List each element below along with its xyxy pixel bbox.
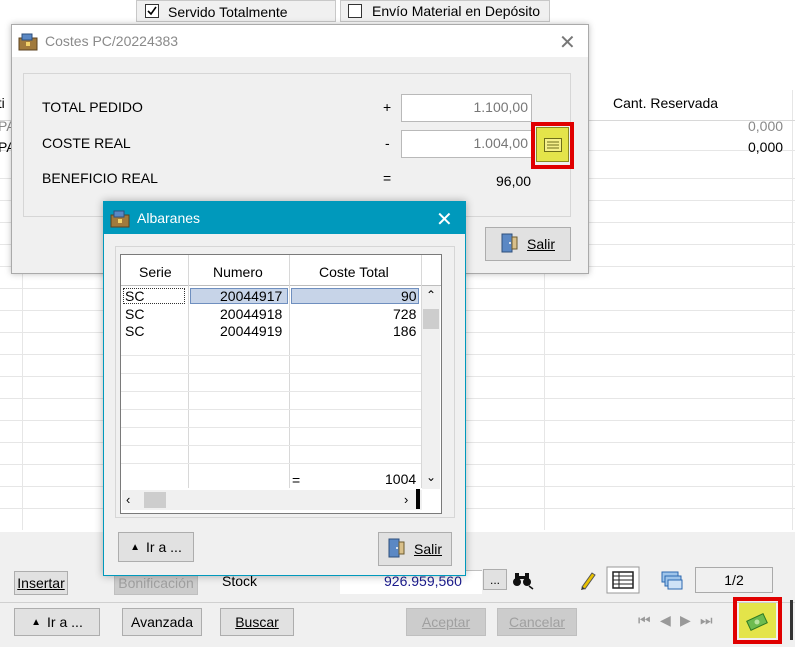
avanzada-button[interactable]: Avanzada [122,608,202,636]
partial-column-header: uti [0,95,5,111]
money-icon [745,612,768,631]
triangle-up-icon: ▲ [31,616,42,628]
cell-serie: SC [125,323,145,339]
table-row[interactable]: SC 20044917 90 [123,288,419,305]
scroll-down-icon[interactable]: ⌄ [426,470,436,484]
close-icon[interactable]: ✕ [436,207,453,232]
right-edge-bar [790,600,793,640]
albaranes-titlebar: Albaranes ✕ [104,202,465,234]
table-row[interactable]: SC 20044918 728 [123,306,419,323]
total-value: 1004 [385,471,417,487]
albaranes-grid: Serie Numero Coste Total SC 20044917 90 … [120,254,442,514]
bottom-separator [0,602,795,603]
cell-coste: 90 [401,288,417,304]
nav-prev-icon[interactable]: ◀ [660,612,671,629]
cell-numero: 20044918 [220,306,283,322]
total-pedido-label: TOTAL PEDIDO [42,99,143,115]
total-sign: = [292,472,301,488]
scroll-up-icon[interactable]: ⌃ [426,288,436,302]
triangle-up-icon: ▲ [130,541,141,553]
coste-real-label: COSTE REAL [42,135,131,151]
beneficio-real-value: 96,00 [496,173,532,189]
scroll-right-icon[interactable]: › [404,492,408,507]
cant-value-2: 0,000 [748,139,784,155]
cell-serie: SC [125,288,145,304]
albaranes-dialog: Albaranes ✕ Serie Numero Coste Total SC … [103,201,466,576]
coste-real-sign: - [385,135,390,151]
binoculars-icon[interactable] [512,570,534,593]
nav-first-icon[interactable]: ⏮ [638,612,651,629]
costes-title: Costes PC/20224383 [45,33,179,49]
insert-button[interactable]: Insertar [14,571,68,595]
cell-numero: 20044919 [220,323,283,339]
beneficio-real-sign: = [383,170,392,186]
aceptar-button[interactable]: Aceptar [406,608,486,636]
served-checkbox[interactable] [145,4,159,18]
scroll-left-icon[interactable]: ‹ [126,492,130,507]
albaranes-salir-button[interactable]: Salir [378,532,452,566]
page-indicator: 1/2 [695,567,773,593]
pencil-icon[interactable] [578,569,598,594]
cant-reservada-header: Cant. Reservada [613,95,719,111]
vertical-scrollbar[interactable]: ⌃ ⌄ [422,286,440,489]
albaranes-title: Albaranes [137,210,201,226]
albaranes-ir-a-button[interactable]: ▲ Ir a ... [118,532,194,562]
scroll-thumb[interactable] [423,309,439,329]
costes-app-icon [18,31,38,54]
table-icon[interactable] [606,566,640,597]
total-pedido-sign: + [383,99,392,115]
col-header-numero[interactable]: Numero [213,264,263,280]
costes-salir-button[interactable]: Salir [485,227,571,261]
list-icon [543,137,562,152]
table-row[interactable]: SC 20044919 186 [123,323,419,340]
served-label: Servido Totalmente [168,4,288,20]
cancelar-button[interactable]: Cancelar [497,608,577,636]
costs-money-button[interactable] [739,603,776,638]
albaranes-open-button[interactable] [536,127,569,162]
ir-a-button-main[interactable]: ▲ Ir a ... [14,608,100,636]
cant-value-1: 0,000 [748,118,784,134]
horizontal-scrollbar[interactable]: ‹ › [122,490,422,510]
scroll-corner [416,489,420,509]
cell-coste: 186 [393,323,417,339]
cell-numero: 20044917 [220,288,283,304]
cell-serie: SC [125,306,145,322]
albaranes-app-icon [110,208,130,231]
nav-last-icon[interactable]: ⏭ [700,612,713,629]
deposit-checkbox[interactable] [348,4,362,18]
stacked-windows-icon[interactable] [660,570,684,595]
close-icon[interactable]: ✕ [559,30,576,55]
buscar-button[interactable]: Buscar [220,608,294,636]
cell-coste: 728 [393,306,417,322]
col-header-serie[interactable]: Serie [139,264,172,280]
coste-real-field[interactable]: 1.004,00 [401,130,532,158]
total-pedido-field[interactable]: 1.100,00 [401,94,532,122]
exit-door-icon [501,233,519,256]
top-options-bar: Servido Totalmente Envío Material en Dep… [0,0,795,24]
scroll-thumb-h[interactable] [144,492,166,508]
exit-door-icon [388,538,406,561]
deposit-label: Envío Material en Depósito [372,3,541,19]
nav-next-icon[interactable]: ▶ [680,612,691,629]
stock-ellipsis-button[interactable]: ... [483,569,507,590]
beneficio-real-label: BENEFICIO REAL [42,170,158,186]
col-header-coste[interactable]: Coste Total [319,264,389,280]
costes-titlebar: Costes PC/20224383 ✕ [12,25,588,57]
